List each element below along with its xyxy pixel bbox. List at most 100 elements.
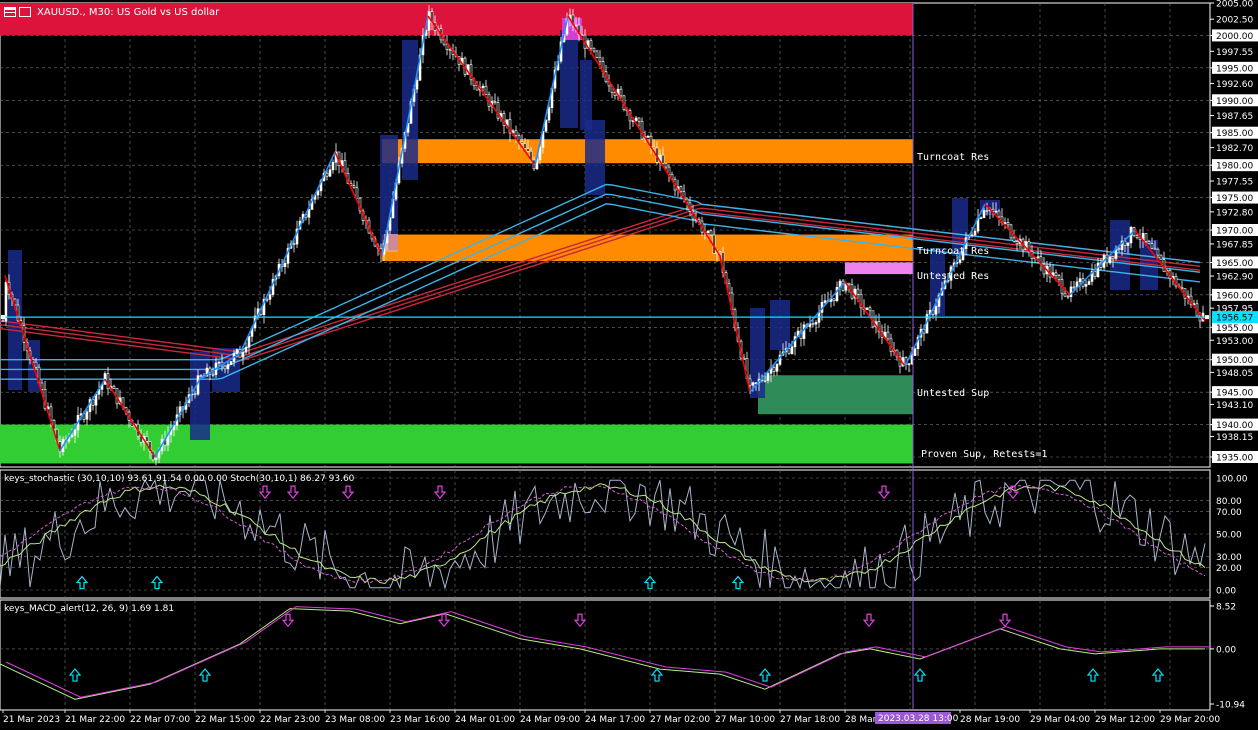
candle-body <box>448 49 452 51</box>
stoch-level-label: 20.00 <box>1216 564 1242 574</box>
price-label: 1940.00 <box>1216 421 1253 431</box>
stoch-level-label: 30.00 <box>1216 553 1242 563</box>
candle-body <box>244 346 248 353</box>
candle-body <box>811 323 815 325</box>
macd-buy-arrow <box>758 668 772 682</box>
price-label: 1977.55 <box>1216 178 1253 188</box>
candle-body <box>1078 278 1082 283</box>
candle-body <box>154 457 158 461</box>
stoch-buy-arrow <box>75 575 89 590</box>
signal-box <box>930 248 945 316</box>
candle-body <box>241 351 245 358</box>
zone-label: Turncoat Res <box>917 246 989 257</box>
candle-body <box>445 43 449 50</box>
candle-body <box>598 57 602 62</box>
candle-body <box>868 307 872 312</box>
candle-body <box>973 230 977 236</box>
trading-chart-window[interactable]: Turncoat Res Turncoat Res Untested Res Unte… <box>0 0 1258 726</box>
macd-sell-arrow <box>437 613 451 628</box>
candle-body <box>1015 241 1019 245</box>
candle-body <box>595 50 599 58</box>
price-label: 1943.10 <box>1216 401 1253 411</box>
candle-body <box>1048 265 1052 278</box>
zigzag-segment <box>334 151 383 257</box>
candle-body <box>775 364 779 372</box>
signal-box <box>580 60 592 130</box>
candle-body <box>106 373 110 390</box>
candle-body <box>226 364 230 370</box>
candle-body <box>934 306 938 315</box>
candle-body <box>637 117 641 122</box>
candle-body <box>856 288 860 295</box>
candle-body <box>235 349 239 354</box>
window-menu-icon[interactable] <box>4 7 16 17</box>
stoch-sell-arrow <box>258 485 272 500</box>
stoch-level-label: 50.00 <box>1216 531 1242 541</box>
price-label: 1945.00 <box>1216 389 1253 399</box>
candle-body <box>1036 256 1040 259</box>
chart-header: XAUUSD., M30: US Gold vs US dollar <box>4 5 219 19</box>
price-label: 1970.00 <box>1216 227 1253 237</box>
candle-body <box>1159 254 1163 261</box>
candle-body <box>718 251 722 253</box>
macd-sell-arrow <box>998 613 1012 628</box>
candle-body <box>1144 233 1148 242</box>
candle-body <box>1 320 5 323</box>
macd-buy-arrow <box>1086 668 1100 682</box>
stoch-sell-arrow <box>877 485 891 500</box>
candle-body <box>85 411 89 420</box>
zone-label: Untested Sup <box>917 388 989 399</box>
stoch-level-label: 70.00 <box>1216 508 1242 518</box>
candle-body <box>1087 281 1091 285</box>
candle-body <box>1066 295 1070 298</box>
candle-body <box>1069 286 1073 298</box>
chart-canvas[interactable]: Turncoat Res Turncoat Res Untested Res Unte… <box>0 0 1258 726</box>
price-label: 1975.00 <box>1216 194 1253 204</box>
macd-signal-line <box>5 606 1211 698</box>
time-label: 27 Mar 02:00 <box>650 715 710 725</box>
signal-box <box>1110 220 1130 290</box>
candle-body <box>211 373 215 376</box>
candle-body <box>1135 235 1139 238</box>
price-label: 1990.00 <box>1216 97 1253 107</box>
candle-body <box>847 282 851 286</box>
signal-box <box>770 300 790 350</box>
candle-body <box>427 11 431 31</box>
zone-label: Proven Sup, Retests=1 <box>921 449 1047 460</box>
candle-body <box>199 375 203 377</box>
candle-body <box>1084 284 1088 287</box>
grid-lines <box>0 3 1210 710</box>
candle-body <box>1126 242 1130 246</box>
time-label: 29 Mar 04:00 <box>1030 715 1090 725</box>
price-label: 1980.00 <box>1216 162 1253 172</box>
stoch-main-line <box>0 483 1206 585</box>
candle-body <box>865 307 869 310</box>
candle-body <box>1153 247 1157 250</box>
time-label: 24 Mar 17:00 <box>585 715 645 725</box>
candle-body <box>619 88 623 97</box>
zones-layer <box>0 3 913 464</box>
time-label: 22 Mar 23:00 <box>260 715 320 725</box>
zigzag-segment <box>719 255 751 393</box>
candle-body <box>1156 248 1160 256</box>
candle-body <box>1111 256 1115 259</box>
candle-body <box>592 47 596 52</box>
candle-body <box>523 143 527 149</box>
ma-red-line <box>0 211 1201 362</box>
zone-label: Untested Res <box>917 271 989 282</box>
chart-title: XAUUSD., M30: US Gold vs US dollar <box>37 6 220 18</box>
candle-body <box>661 154 665 164</box>
candle-body <box>4 281 8 322</box>
price-label: 1972.80 <box>1216 208 1253 218</box>
macd-sell-arrow <box>573 613 587 628</box>
macd-level-label: 0.00 <box>1216 645 1236 655</box>
candle-body <box>787 348 791 354</box>
candle-body <box>1072 286 1076 289</box>
candle-body <box>709 230 713 236</box>
time-label: 28 Mar 19:00 <box>960 715 1020 725</box>
candle-body <box>493 101 497 103</box>
candle-body <box>1003 222 1007 224</box>
candle-body <box>982 210 986 219</box>
macd-sell-arrow <box>281 613 295 628</box>
chart-type-icon[interactable] <box>19 7 31 17</box>
